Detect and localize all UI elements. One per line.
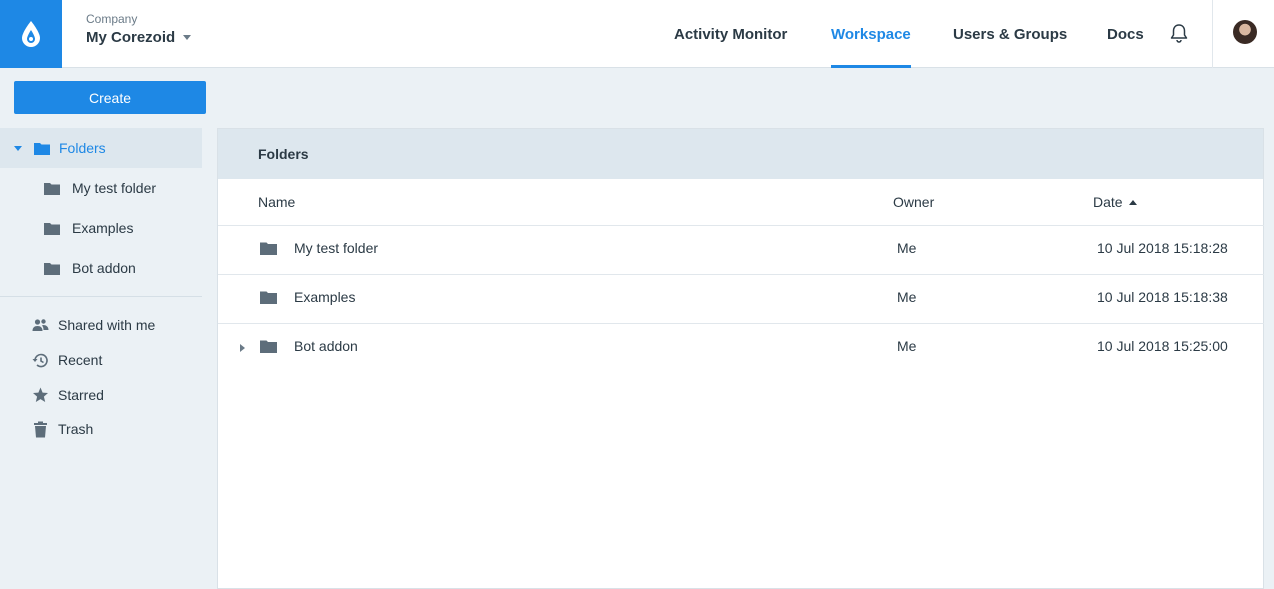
chevron-down-icon[interactable] — [14, 145, 22, 151]
row-owner: Me — [897, 338, 917, 354]
column-header-owner[interactable]: Owner — [893, 194, 934, 210]
sidebar-item-label: Shared with me — [58, 317, 156, 333]
sidebar-item-label: Trash — [58, 421, 94, 437]
row-date: 10 Jul 2018 15:18:38 — [1097, 289, 1228, 305]
chevron-right-icon[interactable] — [240, 344, 245, 352]
table-row[interactable]: Bot addon Me 10 Jul 2018 15:25:00 — [218, 323, 1264, 372]
sidebar-item-label: My test folder — [72, 180, 157, 196]
company-name: My Corezoid — [86, 29, 176, 46]
sidebar-item-my-test-folder[interactable]: My test folder — [44, 178, 156, 198]
folder-icon — [44, 222, 60, 235]
sidebar-item-label: Starred — [58, 387, 104, 403]
panel-header: Folders — [218, 129, 1263, 179]
app-logo[interactable] — [0, 0, 62, 68]
row-owner: Me — [897, 289, 917, 305]
folders-panel: Folders Name Owner Date My test folder M… — [217, 128, 1264, 589]
row-date: 10 Jul 2018 15:25:00 — [1097, 338, 1228, 354]
sidebar-item-bot-addon[interactable]: Bot addon — [44, 258, 136, 278]
sidebar-item-label: Recent — [58, 352, 103, 368]
row-name: My test folder — [294, 240, 379, 256]
folder-icon — [260, 291, 277, 304]
users-icon — [32, 319, 49, 331]
row-date: 10 Jul 2018 15:18:28 — [1097, 240, 1228, 256]
company-switcher: Company My Corezoid — [86, 12, 192, 47]
drop-logo-icon — [22, 21, 40, 47]
top-bar: Company My Corezoid Activity Monitor Wor… — [0, 0, 1274, 68]
folder-icon — [260, 242, 277, 255]
company-label: Company — [86, 12, 138, 26]
sort-ascending-icon — [1128, 199, 1137, 205]
nav-workspace[interactable]: Workspace — [831, 0, 911, 68]
avatar[interactable] — [1233, 20, 1257, 44]
nav-docs[interactable]: Docs — [1107, 0, 1144, 68]
header-divider — [1212, 0, 1213, 68]
chevron-down-icon — [183, 35, 192, 40]
sidebar-item-shared[interactable]: Shared with me — [32, 315, 155, 335]
sidebar-item-trash[interactable]: Trash — [32, 419, 93, 439]
star-icon — [33, 387, 48, 402]
nav-users-groups[interactable]: Users & Groups — [953, 0, 1067, 68]
sidebar-item-folders[interactable]: Folders — [0, 128, 202, 168]
sidebar-divider — [0, 296, 202, 297]
row-owner: Me — [897, 240, 917, 256]
sidebar-item-recent[interactable]: Recent — [32, 350, 102, 370]
folder-icon — [34, 142, 50, 155]
history-icon — [32, 353, 48, 367]
column-header-name[interactable]: Name — [258, 194, 295, 210]
column-header-label: Date — [1093, 194, 1123, 210]
sidebar-item-examples[interactable]: Examples — [44, 218, 133, 238]
table-row[interactable]: My test folder Me 10 Jul 2018 15:18:28 — [218, 225, 1264, 274]
sidebar-item-label: Examples — [72, 220, 134, 236]
row-name: Bot addon — [294, 338, 358, 354]
create-button[interactable]: Create — [14, 81, 206, 114]
folder-icon — [44, 262, 60, 275]
row-name: Examples — [294, 289, 356, 305]
folder-icon — [260, 340, 277, 353]
bell-icon[interactable] — [1168, 22, 1190, 44]
nav-activity-monitor[interactable]: Activity Monitor — [674, 0, 787, 68]
sidebar-item-starred[interactable]: Starred — [32, 385, 104, 405]
page-title: Folders — [258, 146, 309, 162]
table-row[interactable]: Examples Me 10 Jul 2018 15:18:38 — [218, 274, 1264, 323]
company-dropdown[interactable]: My Corezoid — [86, 29, 192, 46]
sidebar-item-label: Bot addon — [72, 260, 136, 276]
column-header-date[interactable]: Date — [1093, 194, 1137, 210]
folder-icon — [44, 182, 60, 195]
trash-icon — [34, 421, 47, 437]
sidebar-item-label: Folders — [59, 140, 106, 156]
